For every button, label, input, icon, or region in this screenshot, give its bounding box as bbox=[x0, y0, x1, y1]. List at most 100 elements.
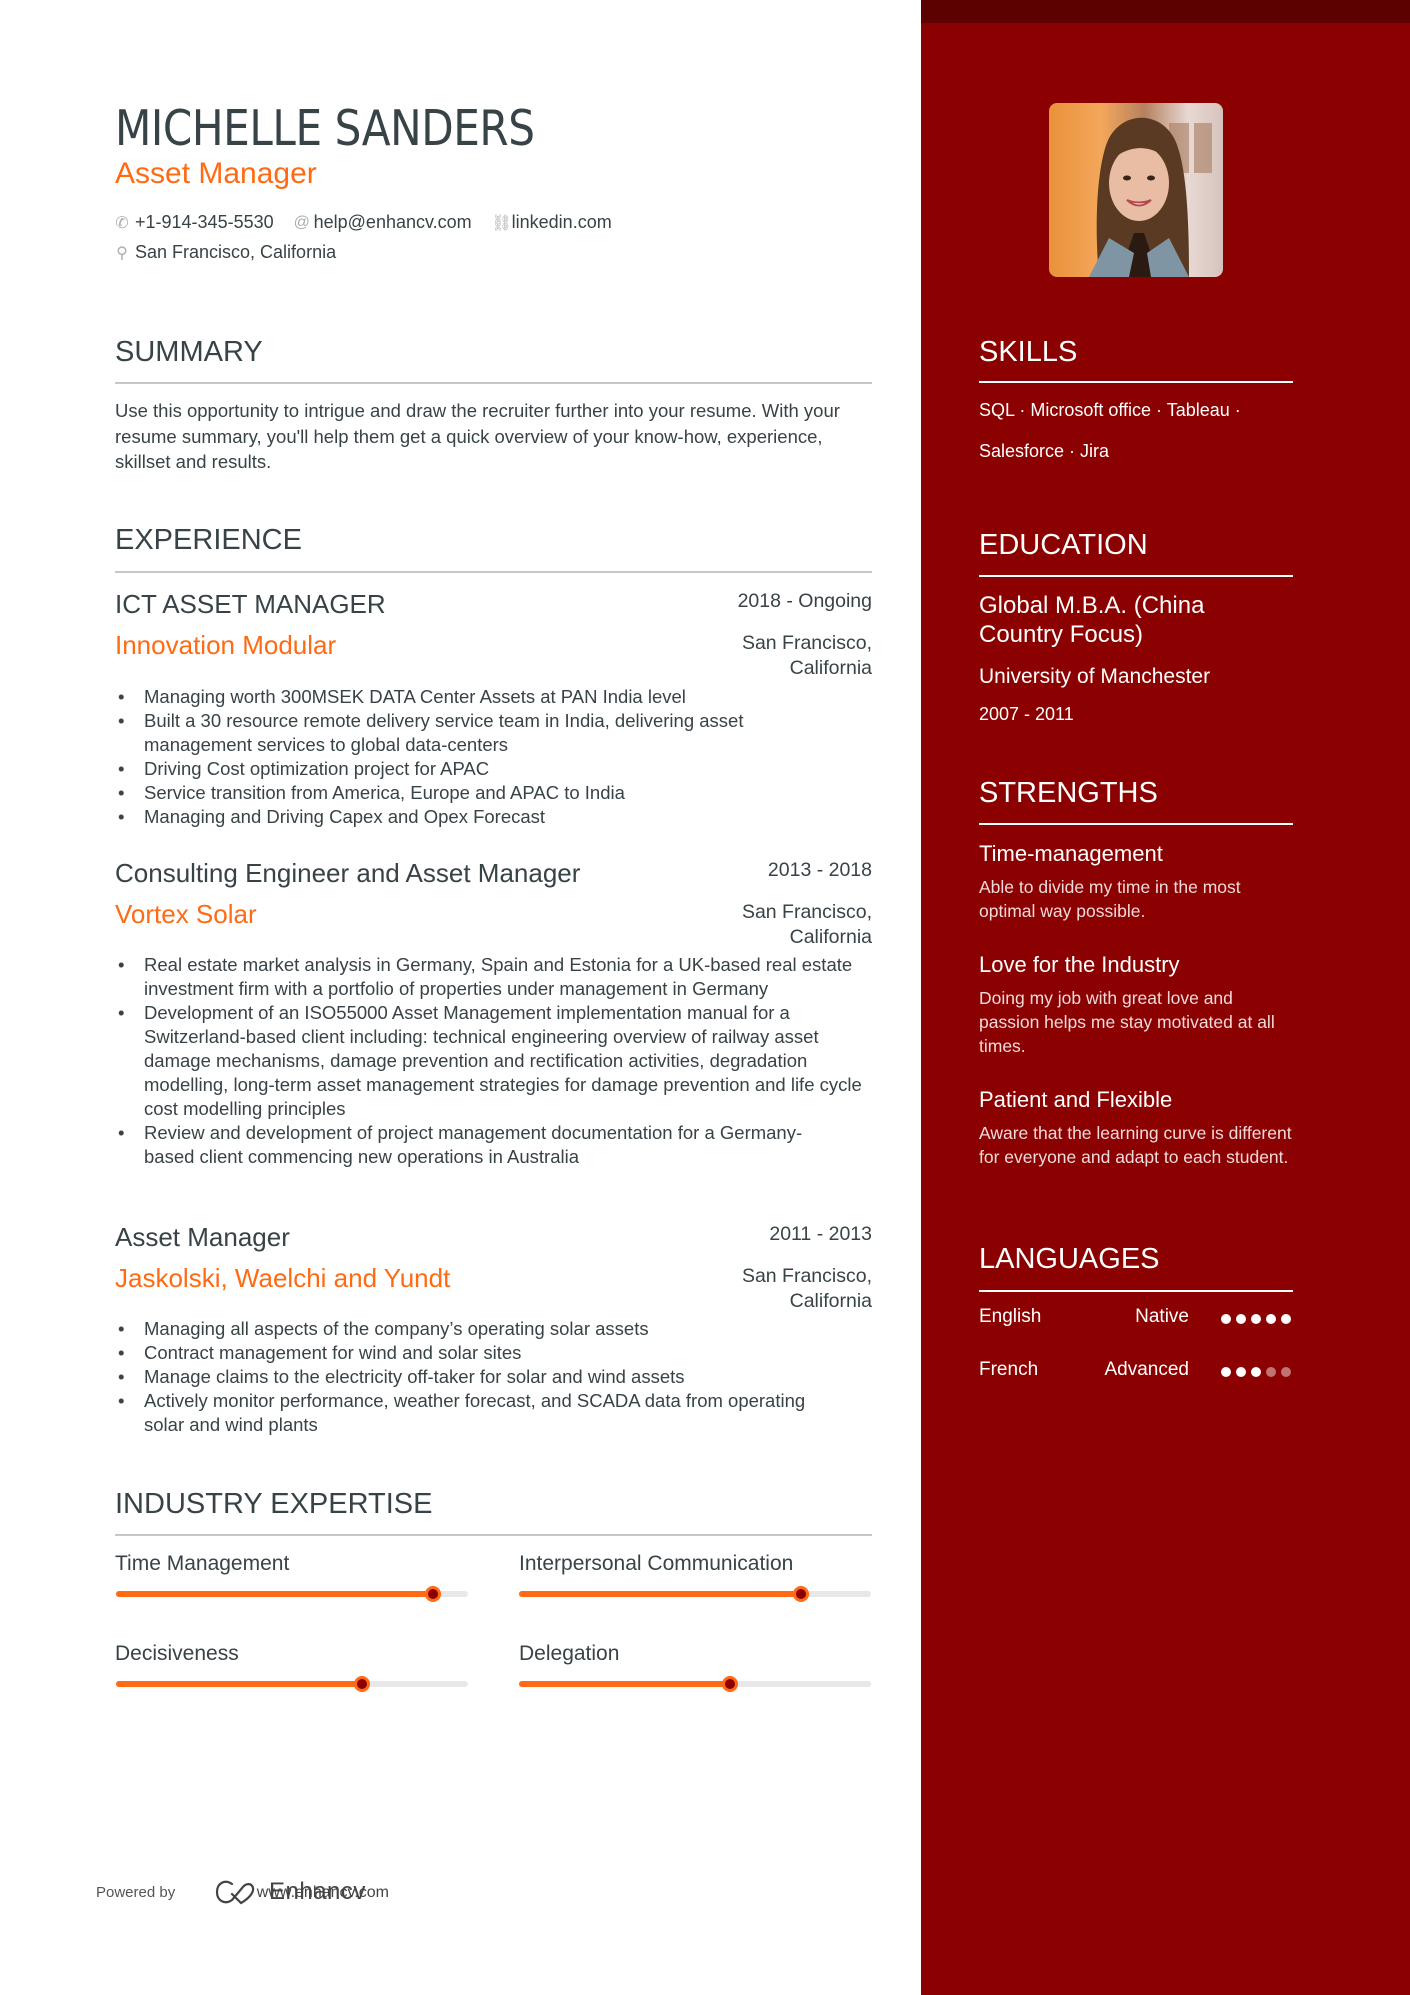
candidate-role: Asset Manager bbox=[115, 157, 317, 190]
job-bullet: Real estate market analysis in Germany, … bbox=[115, 953, 875, 1001]
strength-title: Patient and Flexible bbox=[979, 1087, 1173, 1112]
profile-photo bbox=[1049, 103, 1223, 277]
strength-title: Time-management bbox=[979, 841, 1163, 866]
expertise-bar-fill bbox=[519, 1591, 801, 1597]
job-title: Consulting Engineer and Asset Manager bbox=[115, 858, 581, 888]
expertise-bar-fill bbox=[116, 1681, 363, 1687]
job-bullet: Development of an ISO55000 Asset Managem… bbox=[115, 1001, 875, 1121]
job-dates: 2013 - 2018 bbox=[767, 859, 872, 881]
contact-email[interactable]: @ help@enhancv.com bbox=[294, 212, 472, 233]
job-location: San Francisco, California bbox=[741, 632, 872, 679]
contact-row: ✆ +1-914-345-5530 @ help@enhancv.com ⛓ l… bbox=[115, 212, 632, 233]
expertise-label: Time Management bbox=[115, 1552, 290, 1575]
job-dates: 2011 - 2013 bbox=[769, 1223, 872, 1245]
strength-title: Love for the Industry bbox=[979, 952, 1180, 977]
job-title: Asset Manager bbox=[115, 1222, 290, 1252]
language-name: French bbox=[979, 1359, 1039, 1380]
skills-title: SKILLS bbox=[979, 336, 1078, 368]
job-title: ICT ASSET MANAGER bbox=[115, 589, 386, 619]
language-name: English bbox=[979, 1306, 1042, 1327]
education-title: EDUCATION bbox=[979, 529, 1148, 561]
job-bullet: Review and development of project manage… bbox=[115, 1121, 875, 1169]
skills-divider bbox=[979, 381, 1293, 383]
education-divider bbox=[979, 575, 1293, 577]
contact-location: ⚲ San Francisco, California bbox=[115, 242, 336, 263]
email-text: help@enhancv.com bbox=[313, 212, 472, 232]
education-degree: Global M.B.A. (China Country Focus) bbox=[979, 592, 1205, 648]
proficiency-dot-filled bbox=[1236, 1314, 1246, 1324]
expertise-label: Delegation bbox=[519, 1642, 620, 1665]
summary-text: Use this opportunity to intrigue and dra… bbox=[115, 400, 840, 472]
contact-link[interactable]: ⛓ linkedin.com bbox=[492, 212, 612, 233]
job-bullet: Managing and Driving Capex and Opex Fore… bbox=[115, 805, 875, 829]
job-bullet: Contract management for wind and solar s… bbox=[115, 1341, 875, 1365]
languages-divider bbox=[979, 1290, 1293, 1292]
strengths-title: STRENGTHS bbox=[979, 777, 1158, 809]
expertise-bar-knob bbox=[722, 1676, 739, 1692]
language-proficiency-dots bbox=[1216, 1314, 1291, 1324]
expertise-bar bbox=[116, 1586, 468, 1602]
expertise-bar-knob bbox=[354, 1676, 371, 1692]
proficiency-dot-filled bbox=[1266, 1314, 1276, 1324]
expertise-bar-fill bbox=[519, 1681, 731, 1687]
job-bullet: Service transition from America, Europe … bbox=[115, 781, 875, 805]
expertise-divider bbox=[115, 1534, 872, 1536]
proficiency-dot-filled bbox=[1221, 1367, 1231, 1377]
summary-divider bbox=[115, 382, 872, 384]
strength-description: Doing my job with great love and passion… bbox=[979, 988, 1275, 1056]
footer-url[interactable]: www.enhancv.com bbox=[257, 1884, 389, 1902]
experience-divider bbox=[115, 571, 872, 573]
skills-line: SQL · Microsoft office · Tableau · bbox=[979, 400, 1241, 420]
language-row: English Native bbox=[979, 1306, 1293, 1332]
job-dates: 2018 - Ongoing bbox=[737, 590, 872, 612]
summary-title: SUMMARY bbox=[115, 336, 263, 368]
strength-description: Aware that the learning curve is differe… bbox=[979, 1123, 1292, 1167]
expertise-bar bbox=[519, 1586, 871, 1602]
expertise-title: INDUSTRY EXPERTISE bbox=[115, 1488, 433, 1520]
proficiency-dot-empty bbox=[1281, 1367, 1291, 1377]
enhancv-logo-icon bbox=[215, 1880, 255, 1905]
education-dates: 2007 - 2011 bbox=[979, 704, 1074, 724]
language-level: Advanced bbox=[1104, 1359, 1189, 1380]
job-location: San Francisco, California bbox=[741, 1265, 872, 1312]
job-company: Vortex Solar bbox=[115, 899, 257, 929]
powered-by-label: Powered by bbox=[96, 1884, 176, 1901]
phone-icon: ✆ bbox=[115, 214, 129, 232]
strengths-divider bbox=[979, 823, 1293, 825]
main-column: MICHELLE SANDERS Asset Manager ✆ +1-914-… bbox=[0, 0, 921, 1995]
expertise-label: Decisiveness bbox=[115, 1642, 239, 1665]
expertise-bar bbox=[116, 1676, 468, 1692]
location-row: ⚲ San Francisco, California bbox=[115, 242, 356, 263]
language-level: Native bbox=[1135, 1306, 1189, 1327]
job-bullet: Driving Cost optimization project for AP… bbox=[115, 757, 875, 781]
experience-title: EXPERIENCE bbox=[115, 524, 302, 556]
job-bullet: Built a 30 resource remote delivery serv… bbox=[115, 709, 875, 757]
proficiency-dot-empty bbox=[1266, 1367, 1276, 1377]
location-text: San Francisco, California bbox=[135, 242, 337, 262]
phone-text: +1-914-345-5530 bbox=[135, 212, 274, 232]
skills-line: Salesforce · Jira bbox=[979, 441, 1110, 461]
job-bullet: Manage claims to the electricity off-tak… bbox=[115, 1365, 875, 1389]
languages-title: LANGUAGES bbox=[979, 1243, 1160, 1275]
expertise-bar-fill bbox=[116, 1591, 433, 1597]
expertise-bar-knob bbox=[424, 1586, 441, 1602]
expertise-bar-knob bbox=[792, 1586, 809, 1602]
language-row: French Advanced bbox=[979, 1359, 1293, 1385]
job-bullet: Managing worth 300MSEK DATA Center Asset… bbox=[115, 685, 875, 709]
job-bullets: Managing worth 300MSEK DATA Center Asset… bbox=[115, 685, 875, 829]
proficiency-dot-filled bbox=[1236, 1367, 1246, 1377]
contact-phone[interactable]: ✆ +1-914-345-5530 bbox=[115, 212, 274, 233]
language-proficiency-dots bbox=[1216, 1367, 1291, 1377]
proficiency-dot-filled bbox=[1281, 1314, 1291, 1324]
strength-description: Able to divide my time in the most optim… bbox=[979, 877, 1241, 921]
profile-photo-image bbox=[1089, 117, 1212, 277]
job-bullets: Real estate market analysis in Germany, … bbox=[115, 953, 875, 1169]
proficiency-dot-filled bbox=[1251, 1314, 1261, 1324]
expertise-bar bbox=[519, 1676, 871, 1692]
link-icon: ⛓ bbox=[491, 214, 512, 232]
sidebar-top-band bbox=[921, 0, 1410, 23]
job-bullet: Managing all aspects of the company’s op… bbox=[115, 1317, 875, 1341]
proficiency-dot-filled bbox=[1251, 1367, 1261, 1377]
job-company: Innovation Modular bbox=[115, 630, 337, 660]
sidebar: SKILLS SQL · Microsoft office · Tableau … bbox=[921, 0, 1410, 1995]
